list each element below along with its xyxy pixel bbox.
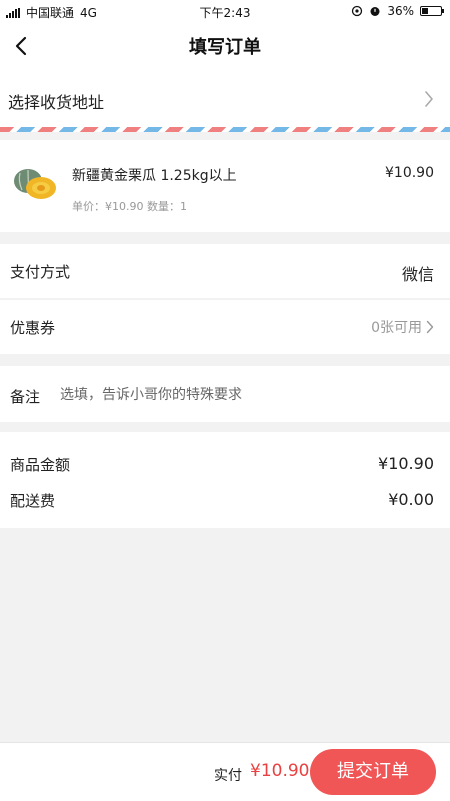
delivery-fee-label: 配送费 [10,492,56,510]
paid-amount: ¥10.90 [250,761,310,781]
payment-method-row[interactable]: 支付方式 微信 [0,244,450,298]
remark-input[interactable] [58,381,432,409]
payment-label: 支付方式 [10,263,71,281]
paid-label: 实付 [214,768,242,784]
delivery-fee-value: ¥0.00 [388,490,434,509]
location-icon [352,5,363,17]
coupon-row[interactable]: 优惠券 0张可用 [0,300,450,354]
status-bar: 中国联通 4G 下午2:43 36% [0,0,450,22]
remark-row: 备注 [0,366,450,422]
envelope-stripe [0,127,450,132]
remark-label: 备注 [10,388,41,406]
melon-icon [14,169,56,199]
address-label: 选择收货地址 [8,93,105,112]
checkout-bar: 实付 ¥10.90 提交订单 [0,742,450,801]
coupon-label: 优惠券 [10,319,56,337]
product-name: 新疆黄金栗瓜 1.25kg以上 [72,168,237,184]
product-detail: 单价：¥10.90 数量：1 [72,200,187,213]
battery-percent: 36% [387,4,414,18]
product-price: ¥10.90 [385,165,434,181]
coupon-value: 0张可用 [371,320,422,336]
page-title: 填写订单 [189,37,261,58]
nav-bar: 填写订单 [0,22,450,68]
product-item: 新疆黄金栗瓜 1.25kg以上 单价：¥10.90 数量：1 ¥10.90 [0,140,450,232]
goods-amount-label: 商品金额 [10,456,71,474]
chevron-right-icon [425,91,433,107]
chevron-right-icon [426,320,434,334]
amount-summary: 商品金额 ¥10.90 配送费 ¥0.00 [0,432,450,528]
alarm-icon [370,7,380,16]
battery-icon [420,6,444,16]
submit-order-button[interactable]: 提交订单 [310,749,436,795]
status-right: 36% [351,4,444,18]
goods-amount-value: ¥10.90 [378,454,434,473]
address-selector[interactable]: 选择收货地址 [0,68,450,130]
payment-value: 微信 [401,265,434,284]
coupon-value-wrap: 0张可用 [371,317,434,337]
